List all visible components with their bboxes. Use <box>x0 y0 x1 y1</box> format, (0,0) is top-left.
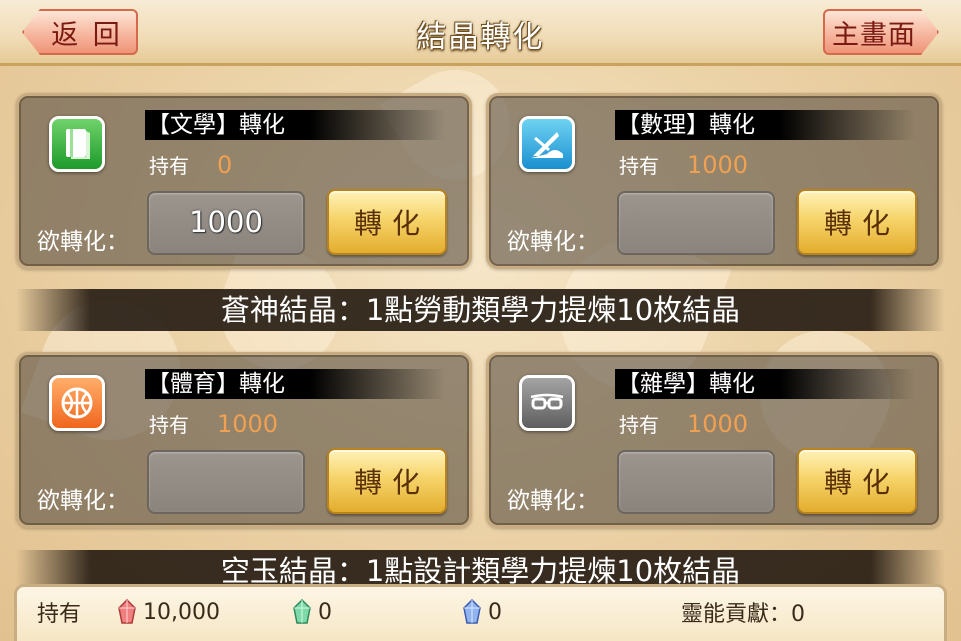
red-crystal-count: 10,000 <box>117 597 220 627</box>
red-crystal-icon <box>118 599 136 624</box>
panel-title: 【文學】轉化 <box>145 110 445 140</box>
convert-amount-label: 欲轉化： <box>37 229 129 255</box>
blue-crystal-value: 0 <box>488 599 502 625</box>
red-crystal-value: 10,000 <box>143 599 220 625</box>
convert-amount-input[interactable] <box>147 450 305 514</box>
basketball-icon <box>49 375 105 431</box>
glasses-icon <box>519 375 575 431</box>
convert-amount-label: 欲轉化： <box>507 229 599 255</box>
panel-title: 【雜學】轉化 <box>615 369 915 399</box>
panel-title: 【數理】轉化 <box>615 110 915 140</box>
book-icon <box>49 116 105 172</box>
held-value: 1000 <box>687 151 749 179</box>
green-crystal-icon <box>293 599 311 624</box>
convert-amount-input[interactable] <box>617 450 775 514</box>
blue-crystal-count: 0 <box>462 597 502 627</box>
convert-button[interactable]: 轉化 <box>327 448 447 514</box>
contribution-text: 靈能貢獻：0 <box>681 602 805 627</box>
convert-amount-label: 欲轉化： <box>37 488 129 514</box>
held-label: 持有 <box>619 154 659 178</box>
footer-held-label: 持有 <box>37 602 82 627</box>
convert-button[interactable]: 轉化 <box>797 189 917 255</box>
held-value: 1000 <box>217 410 279 438</box>
sports-conversion-panel: 【體育】轉化 持有 1000 欲轉化： 轉化 <box>16 352 472 528</box>
blue-crystal-icon <box>463 599 481 624</box>
convert-amount-input[interactable]: 1000 <box>147 191 305 255</box>
misc-conversion-panel: 【雜學】轉化 持有 1000 欲轉化： 轉化 <box>486 352 942 528</box>
convert-button[interactable]: 轉化 <box>797 448 917 514</box>
green-crystal-value: 0 <box>318 599 332 625</box>
held-label: 持有 <box>149 413 189 437</box>
green-crystal-count: 0 <box>292 597 332 627</box>
convert-button[interactable]: 轉化 <box>327 189 447 255</box>
home-button[interactable]: 主畫面 <box>823 9 939 55</box>
held-label: 持有 <box>149 154 189 178</box>
convert-amount-label: 欲轉化： <box>507 488 599 514</box>
header-bar: 返 回 結晶轉化 主畫面 <box>0 0 961 66</box>
inventory-footer: 持有 10,000 0 0 靈能貢獻：0 <box>14 584 947 641</box>
crystal-info-banner: 蒼神結晶：1點勞動類學力提煉10枚結晶 <box>16 289 945 331</box>
panel-title: 【體育】轉化 <box>145 369 445 399</box>
held-value: 1000 <box>687 410 749 438</box>
geometry-icon <box>519 116 575 172</box>
math-conversion-panel: 【數理】轉化 持有 1000 欲轉化： 轉化 <box>486 93 942 269</box>
held-value: 0 <box>217 151 233 179</box>
page-title: 結晶轉化 <box>416 20 545 55</box>
literature-conversion-panel: 【文學】轉化 持有 0 欲轉化： 1000 轉化 <box>16 93 472 269</box>
convert-amount-input[interactable] <box>617 191 775 255</box>
held-label: 持有 <box>619 413 659 437</box>
